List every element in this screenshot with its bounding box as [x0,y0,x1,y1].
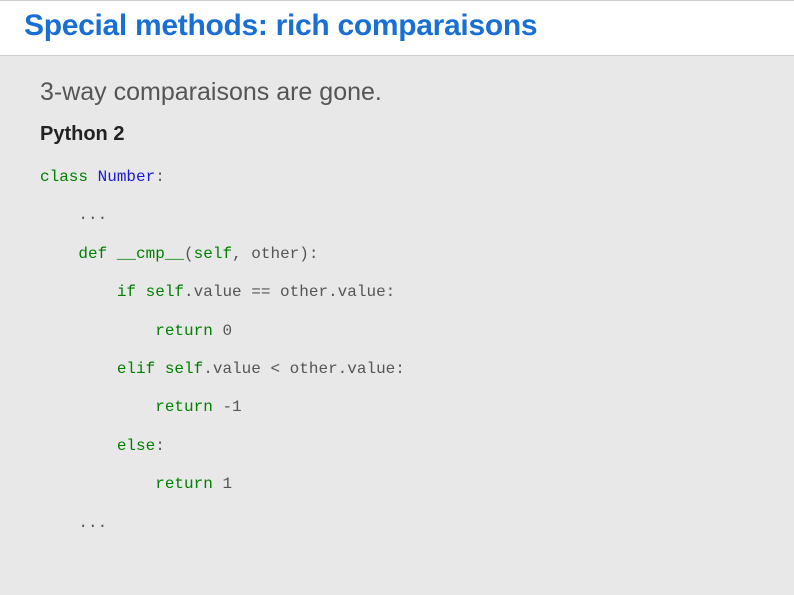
code-block: class Number: ... def __cmp__(self, othe… [40,158,754,542]
title-bar: Special methods: rich comparaisons [0,0,794,56]
code-token [88,168,98,186]
code-token [107,245,117,263]
code-token: .value [203,360,270,378]
code-token: ... [78,206,107,224]
code-token: def [78,245,107,263]
code-token [213,475,223,493]
section-label: Python 2 [40,123,754,146]
code-token: == [251,283,270,301]
slide: Special methods: rich comparaisons 3-way… [0,0,794,595]
code-token: .value [184,283,251,301]
code-token: < [270,360,280,378]
code-token: elif [117,360,155,378]
code-token: self [146,283,184,301]
code-token: 0 [222,322,232,340]
code-token [136,283,146,301]
code-token: __cmp__ [117,245,184,263]
code-token: return [155,475,213,493]
code-token: Number [98,168,156,186]
code-token: class [40,168,88,186]
code-token: self [165,360,203,378]
code-token: 1 [222,475,232,493]
code-token: other.value: [270,283,395,301]
code-token: : [155,437,165,455]
slide-title: Special methods: rich comparaisons [24,9,770,43]
code-token: return [155,398,213,416]
code-token [155,360,165,378]
code-token: ... [78,514,107,532]
code-token: self [194,245,232,263]
code-token: else [117,437,155,455]
code-token: - [222,398,232,416]
code-token: : [155,168,165,186]
code-token: 1 [232,398,242,416]
code-token [213,398,223,416]
slide-content: 3-way comparaisons are gone. Python 2 cl… [0,56,794,542]
code-token [213,322,223,340]
code-token: ( [184,245,194,263]
slide-subtitle: 3-way comparaisons are gone. [40,78,754,107]
code-token: return [155,322,213,340]
code-token: , other): [232,245,318,263]
code-token: other.value: [280,360,405,378]
code-token: if [117,283,136,301]
